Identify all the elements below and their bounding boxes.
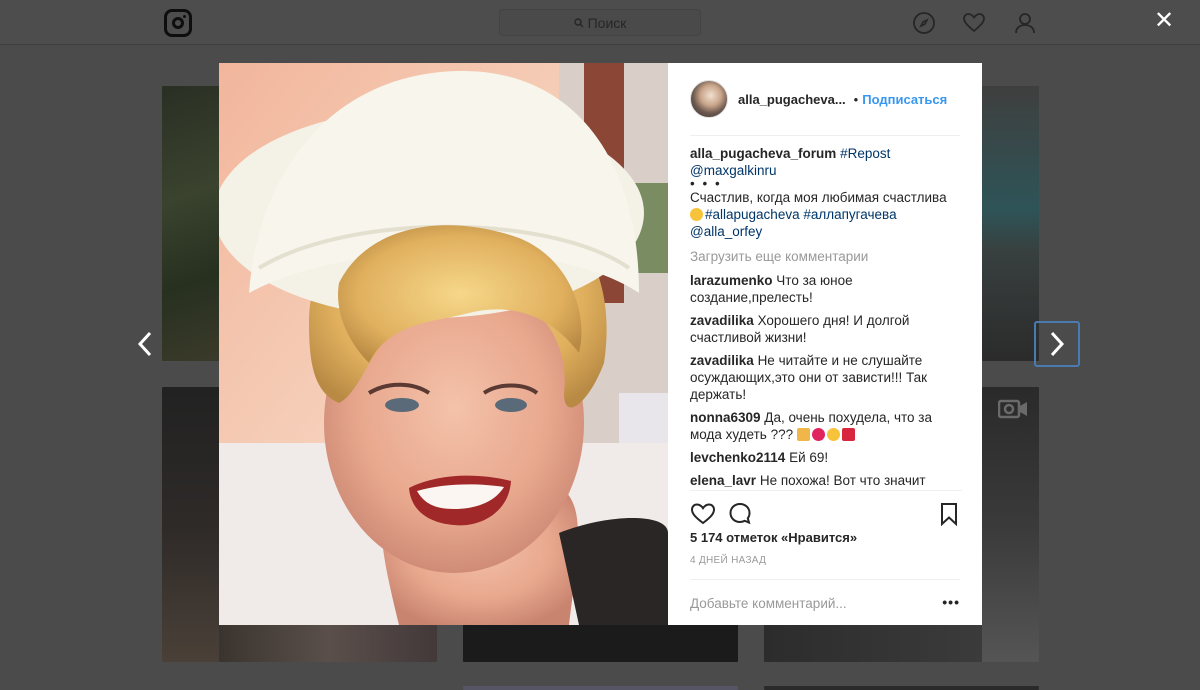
post-actions-bar [690,490,962,532]
comment-item: zavadilika Хорошего дня! И долгой счастл… [690,312,962,346]
comment-text: Ей 69! [789,450,829,465]
comment-username[interactable]: levchenko2114 [690,450,785,465]
feed-thumbnail[interactable] [982,387,1039,662]
follow-button[interactable]: Подписаться [862,92,947,107]
hashtag-link[interactable]: #Repost [840,146,890,161]
hashtag-link[interactable]: #allapugacheva #аллапугачева [705,207,897,222]
feed-thumbnail[interactable] [162,387,220,662]
comment-item: nonna6309 Да, очень похудела, что за мод… [690,409,962,443]
mention-link[interactable]: @alla_orfey [690,224,762,239]
chevron-right-icon [1050,331,1065,357]
heart-eyes-emoji-icon [690,208,703,221]
feed-thumbnail[interactable] [764,624,982,662]
comment-item: elena_lavr Не похожа! Вот что значит [690,472,962,489]
top-navigation-bar: Поиск [0,0,1200,45]
previous-post-button[interactable] [122,321,168,367]
add-comment-section: ••• [690,579,960,625]
instagram-logo-icon[interactable] [164,9,192,37]
compass-icon[interactable] [912,11,936,35]
search-icon [573,17,584,27]
comment-username[interactable]: larazumenko [690,273,773,288]
comment-item: zavadilika Не читайте и не слушайте осуж… [690,352,962,403]
feed-thumbnail[interactable] [463,624,738,662]
avatar[interactable] [690,80,728,118]
red-heart-emoji-icon [811,428,825,441]
comments-list[interactable]: alla_pugacheva_forum #Repost @maxgalkinr… [690,145,962,490]
post-caption: alla_pugacheva_forum #Repost @maxgalkinr… [690,145,962,240]
tears-of-joy-emoji-icon [826,428,840,441]
more-options-button[interactable]: ••• [942,594,960,610]
close-icon[interactable]: ✕ [1150,6,1178,34]
comment-item: larazumenko Что за юное создание,прелест… [690,272,962,306]
post-header: alla_pugacheva... • Подписаться [690,63,960,136]
comment-username[interactable]: zavadilika [690,353,754,368]
feed-thumbnail[interactable] [982,86,1039,361]
comment-bubble-icon[interactable] [727,501,753,527]
caption-username[interactable]: alla_pugacheva_forum [690,146,836,161]
comment-username[interactable]: nonna6309 [690,410,761,425]
feed-thumbnail[interactable] [463,686,738,690]
post-modal: alla_pugacheva... • Подписаться alla_pug… [219,63,982,625]
search-box[interactable]: Поиск [499,9,701,36]
bookmark-icon[interactable] [936,501,962,527]
praying-hands-emoji-icon [796,428,810,441]
likes-count[interactable]: 5 174 отметок «Нравится» [690,530,857,545]
next-post-button[interactable] [1034,321,1080,367]
profile-icon[interactable] [1013,11,1037,35]
post-author-username[interactable]: alla_pugacheva... [738,92,846,107]
caption-text: Счастлив, когда моя любимая счастлива [690,190,947,205]
comment-text: Не похожа! Вот что значит [759,473,926,488]
post-sidebar: alla_pugacheva... • Подписаться alla_pug… [668,63,982,625]
comment-item: levchenko2114 Ей 69! [690,449,962,466]
post-timestamp[interactable]: 4 ДНЕЙ НАЗАД [690,555,766,566]
selfie-photo [219,63,668,625]
comment-username[interactable]: elena_lavr [690,473,756,488]
feed-thumbnail[interactable] [764,686,1039,690]
load-more-comments-button[interactable]: Загрузить еще комментарии [690,248,962,265]
video-icon [998,399,1027,419]
post-photo[interactable] [219,63,668,625]
header-separator: • [853,91,859,107]
feed-thumbnail[interactable] [162,86,220,361]
comment-username[interactable]: zavadilika [690,313,754,328]
caption-dots: • • • [690,176,722,191]
heart-icon[interactable] [962,11,986,35]
add-comment-input[interactable] [690,592,920,614]
chevron-left-icon [137,331,152,357]
like-heart-icon[interactable] [690,501,716,527]
feed-thumbnail[interactable] [219,624,437,662]
dancer-emoji-icon [841,428,855,441]
search-placeholder: Поиск [587,14,627,31]
